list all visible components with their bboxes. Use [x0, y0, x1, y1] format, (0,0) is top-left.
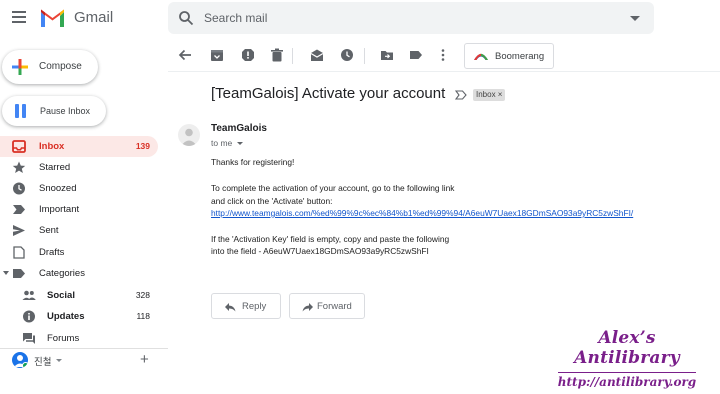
body-text: into the field - A6euW7Uaex18GDmSAO93a9y… — [211, 246, 429, 256]
sidebar-item-label: Drafts — [39, 247, 65, 258]
snooze-icon[interactable] — [340, 48, 354, 62]
expand-arrow-icon — [3, 271, 9, 275]
hangouts-user-row[interactable]: 진철 + — [0, 350, 168, 372]
toolbar-divider — [364, 48, 365, 64]
back-arrow-icon[interactable] — [178, 48, 192, 62]
reply-label: Reply — [242, 301, 267, 312]
main-menu-icon[interactable] — [12, 11, 26, 23]
mark-unread-icon[interactable] — [310, 48, 324, 62]
sidebar-item-forums[interactable]: Forums — [0, 328, 158, 349]
body-greeting: Thanks for registering! — [211, 157, 295, 167]
sidebar-item-starred[interactable]: Starred — [0, 157, 158, 178]
pause-inbox-label: Pause Inbox — [40, 106, 91, 116]
search-options-icon[interactable] — [630, 16, 640, 21]
sidebar-item-label: Inbox — [39, 141, 65, 152]
inbox-icon — [12, 140, 26, 153]
sidebar-item-label: Social — [47, 290, 75, 301]
app-name: Gmail — [74, 9, 114, 26]
boomerang-icon — [474, 53, 488, 60]
body-text: and click on the 'Activate' button: — [211, 196, 333, 206]
compose-label: Compose — [39, 61, 82, 72]
top-bar: Gmail Search mail — [0, 0, 720, 38]
sidebar-item-label: Updates — [47, 311, 85, 322]
user-name: 진철 — [34, 357, 52, 368]
show-details-icon[interactable] — [237, 142, 243, 145]
unread-count: 118 — [136, 311, 150, 321]
inbox-label-chip[interactable]: Inbox × — [473, 89, 506, 101]
search-input[interactable]: Search mail — [204, 11, 267, 25]
message-subject: [TeamGalois] Activate your account — [211, 85, 446, 102]
avatar[interactable] — [12, 352, 28, 368]
delete-icon[interactable] — [270, 48, 284, 62]
compose-button[interactable]: Compose — [2, 50, 98, 84]
search-bar[interactable]: Search mail — [168, 2, 654, 34]
sender-name[interactable]: TeamGalois — [211, 123, 267, 134]
pause-inbox-button[interactable]: Pause Inbox — [2, 96, 106, 126]
forward-button[interactable]: Forward — [289, 293, 365, 319]
sidebar-item-drafts[interactable]: Drafts — [0, 242, 158, 263]
archive-icon[interactable] — [210, 48, 224, 62]
more-vert-icon[interactable] — [436, 48, 450, 62]
sender-avatar — [178, 124, 200, 146]
message-toolbar: Boomerang — [168, 40, 720, 72]
sidebar-item-label: Important — [39, 204, 80, 215]
watermark: Alex’s Antilibrary http://antilibrary.or… — [546, 328, 708, 390]
people-icon — [22, 290, 36, 300]
sidebar-item-important[interactable]: Important — [0, 199, 158, 220]
body-text: To complete the activation of your accou… — [211, 183, 455, 193]
add-contact-icon[interactable]: + — [140, 351, 149, 368]
recipient-label: to me — [211, 138, 233, 148]
sidebar-item-social[interactable]: Social 328 — [0, 285, 158, 306]
gmail-logo-icon[interactable] — [40, 8, 65, 28]
sidebar-item-snoozed[interactable]: Snoozed — [0, 178, 158, 199]
user-menu-icon[interactable] — [56, 359, 62, 362]
activation-link[interactable]: http://www.teamgalois.com/%ed%99%9c%ec%8… — [211, 208, 633, 218]
sidebar-item-label: Sent — [39, 225, 59, 236]
drafts-icon — [13, 246, 25, 259]
sidebar-item-categories[interactable]: Categories — [0, 263, 158, 284]
sidebar-item-inbox[interactable]: Inbox 139 — [0, 136, 158, 157]
labels-icon[interactable] — [409, 48, 423, 62]
search-icon[interactable] — [178, 10, 194, 26]
sidebar-item-label: Starred — [39, 162, 71, 173]
online-status-icon — [22, 362, 28, 368]
move-to-icon[interactable] — [380, 48, 394, 62]
star-icon — [12, 161, 26, 173]
important-icon — [13, 205, 25, 214]
forward-label: Forward — [317, 301, 352, 312]
sidebar-item-label: Snoozed — [39, 183, 77, 194]
info-icon — [23, 310, 35, 323]
watermark-url: http://antilibrary.org — [557, 372, 697, 389]
toolbar-divider — [292, 48, 293, 64]
person-icon — [181, 128, 197, 146]
reply-icon — [225, 303, 236, 312]
sidebar-item-updates[interactable]: Updates 118 — [0, 306, 158, 327]
boomerang-button[interactable]: Boomerang — [464, 43, 554, 69]
clock-icon — [13, 182, 25, 195]
importance-marker-icon[interactable] — [455, 90, 467, 100]
label-icon — [13, 269, 25, 278]
pause-icon — [15, 104, 27, 118]
unread-count: 328 — [135, 290, 150, 300]
forum-icon — [23, 333, 35, 344]
sidebar-divider — [0, 348, 168, 349]
sidebar-item-label: Categories — [39, 268, 85, 279]
send-icon — [13, 225, 25, 236]
report-spam-icon[interactable] — [241, 48, 255, 62]
body-text: If the 'Activation Key' field is empty, … — [211, 234, 450, 244]
compose-plus-icon — [12, 59, 28, 75]
unread-count: 139 — [135, 141, 150, 151]
forward-icon — [302, 303, 313, 312]
sidebar-item-sent[interactable]: Sent — [0, 220, 158, 241]
sidebar-item-label: Forums — [47, 333, 80, 344]
watermark-title: Alex’s Antilibrary — [574, 328, 680, 368]
boomerang-label: Boomerang — [495, 51, 545, 62]
reply-button[interactable]: Reply — [211, 293, 281, 319]
